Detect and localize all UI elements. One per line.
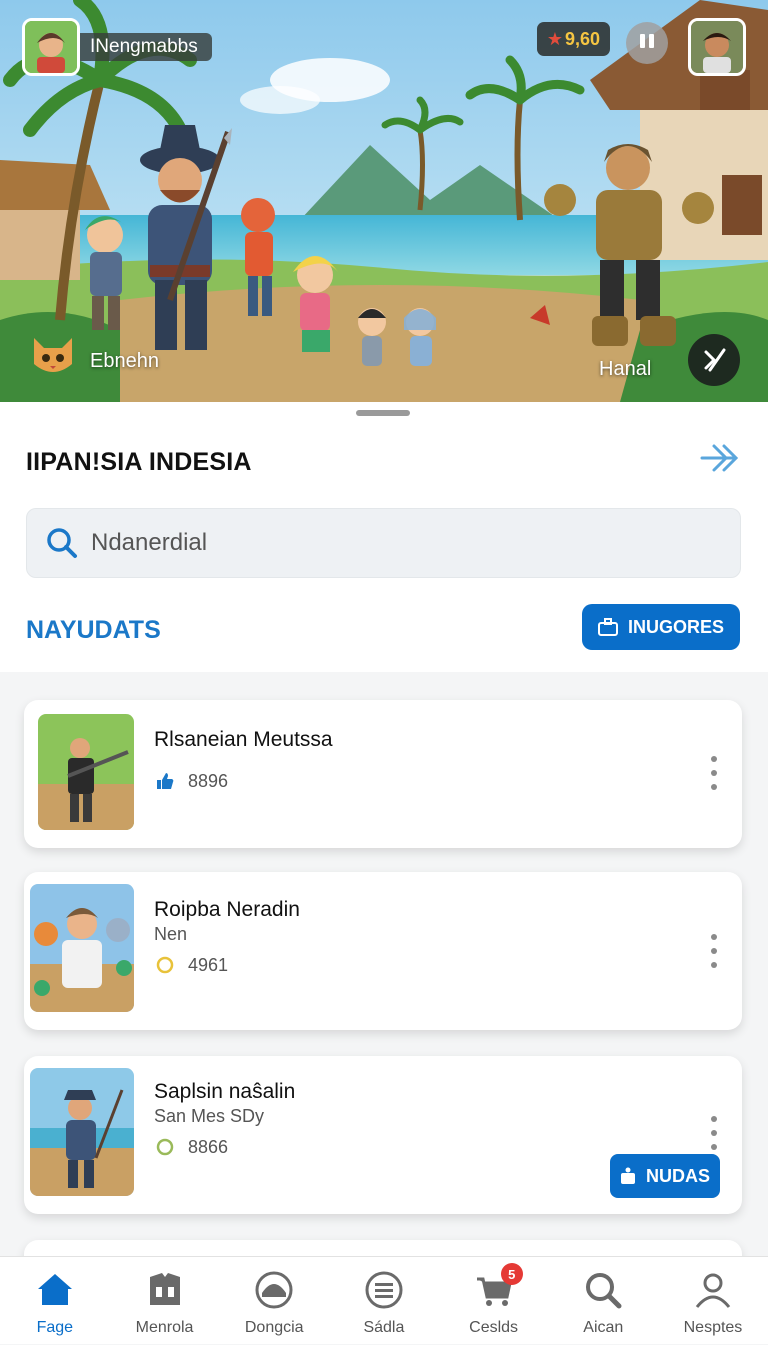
tab-ceslds[interactable]: 5 Ceslds [439,1257,549,1345]
player-avatar[interactable] [22,18,80,76]
pause-icon [638,33,656,53]
game-title: Roipba Neradin [154,898,300,921]
nudas-label: NUDAS [645,1165,710,1186]
ring-icon [156,956,174,974]
section-action-label: INUGORES [627,616,724,637]
player-chip[interactable]: INengmabbs [22,18,212,76]
sheet-grabber[interactable] [356,410,410,416]
nudas-button[interactable]: NUDAS [610,1154,720,1198]
list-icon [365,1271,403,1309]
player-avatar-image [25,21,77,73]
tab-label: Nesptes [683,1319,743,1336]
game-stat: 8896 [154,770,228,792]
double-arrow-icon[interactable] [698,440,742,476]
dish-icon [255,1271,293,1309]
right-character-label: Hanal [599,358,652,380]
game-thumbnail [30,884,134,1012]
coin-counter[interactable]: ★ 9,60 [536,22,610,56]
more-options-icon[interactable] [710,934,718,968]
thumbs-up-icon [157,773,174,789]
tab-label: Sádla [363,1319,405,1336]
tab-label: Dongcia [244,1319,304,1336]
list-item[interactable]: Saplsin naŝalin San Mes SDy 8866 NUDAS [24,1056,742,1214]
game-thumbnail [38,714,134,830]
tab-label: Aican [583,1319,624,1336]
game-stat-value: 8896 [188,770,229,791]
search-bar[interactable] [26,508,741,578]
cart-badge: 5 [500,1263,523,1285]
star-icon: ★ [546,29,563,49]
search-input[interactable] [91,529,691,557]
game-title: Rlsaneian Meutssa [154,728,333,751]
skip-button[interactable] [688,334,740,386]
game-title: Saplsin naŝalin [154,1080,296,1103]
game-stat: 8866 [154,1136,228,1158]
section-action-button[interactable]: INUGORES [582,604,740,650]
search-icon [47,528,77,558]
game-stat-value: 8866 [188,1136,229,1157]
player-name: INengmabbs [74,33,212,61]
cat-icon[interactable] [28,330,78,380]
more-options-icon[interactable] [710,756,718,790]
tab-label: Ceslds [469,1319,519,1336]
game-subtitle: San Mes SDy [154,1106,265,1126]
briefcase-icon [597,618,618,636]
tab-aican[interactable]: Aican [548,1257,658,1345]
section-title: NAYUDATS [26,616,161,644]
bag-icon [620,1167,635,1184]
tab-label: Fage [36,1319,74,1336]
home-icon [37,1274,72,1305]
tab-menrola[interactable]: Menrola [110,1257,220,1345]
tab-sadla[interactable]: Sádla [329,1257,439,1345]
skip-icon [704,348,726,372]
tab-fage[interactable]: Fage [0,1257,110,1345]
list-item[interactable]: Rlsaneian Meutssa 8896 [24,700,742,848]
left-character-label: Ebnehn [90,350,159,372]
store-icon [149,1273,180,1305]
pause-button[interactable] [626,22,668,64]
page-title: IIPAN!SIA INDESIA [26,448,252,476]
more-options-icon[interactable] [710,1116,718,1150]
bottom-tab-bar: Fage Menrola Dongcia Sádla 5 Ceslds Aica… [0,1256,768,1344]
tab-dongcia[interactable]: Dongcia [219,1257,329,1345]
opponent-avatar-image [691,21,743,73]
hero-banner: INengmabbs ★ 9,60 Ebnehn Hanal [0,0,768,402]
game-thumbnail [30,1068,134,1196]
game-stat-value: 4961 [188,954,229,975]
content-sheet: IIPAN!SIA INDESIA NAYUDATS INUGORES [0,402,768,672]
list-item[interactable]: Roipba Neradin Nen 4961 [24,872,742,1030]
coin-value: 9,60 [564,29,600,49]
opponent-avatar[interactable] [688,18,746,76]
game-stat: 4961 [154,954,228,976]
search-icon [586,1273,622,1309]
game-subtitle: Nen [154,924,188,944]
tab-nesptes[interactable]: Nesptes [658,1257,768,1345]
ring-icon [156,1138,174,1156]
profile-icon [695,1273,731,1308]
tab-label: Menrola [135,1319,194,1336]
